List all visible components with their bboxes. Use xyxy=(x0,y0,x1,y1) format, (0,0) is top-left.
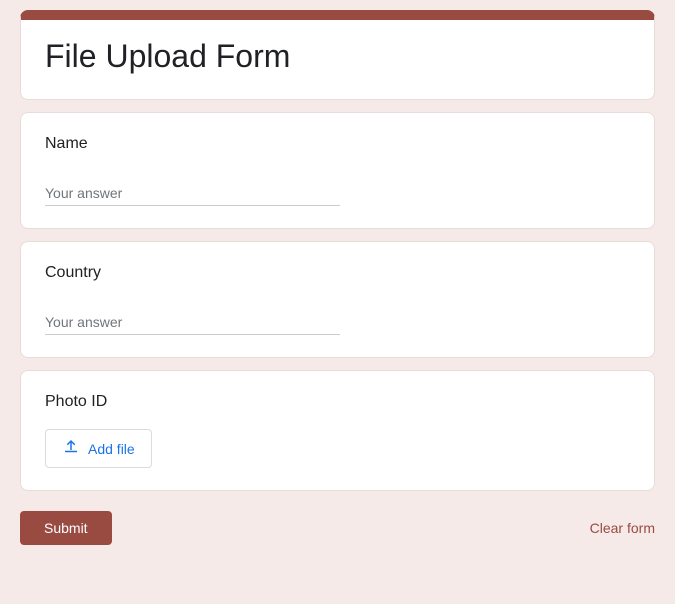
question-name: Name xyxy=(20,112,655,229)
submit-button[interactable]: Submit xyxy=(20,511,112,545)
add-file-button[interactable]: Add file xyxy=(45,429,152,468)
question-country: Country xyxy=(20,241,655,358)
add-file-label: Add file xyxy=(88,441,135,457)
upload-icon xyxy=(62,438,80,459)
photo-id-label: Photo ID xyxy=(45,393,630,411)
question-photo-id: Photo ID Add file xyxy=(20,370,655,491)
name-input[interactable] xyxy=(45,181,340,206)
country-label: Country xyxy=(45,264,630,282)
name-label: Name xyxy=(45,135,630,153)
clear-form-link[interactable]: Clear form xyxy=(590,520,655,536)
form-footer: Submit Clear form xyxy=(20,511,655,545)
country-input[interactable] xyxy=(45,310,340,335)
form-title: File Upload Form xyxy=(45,38,630,75)
form-header: File Upload Form xyxy=(20,10,655,100)
